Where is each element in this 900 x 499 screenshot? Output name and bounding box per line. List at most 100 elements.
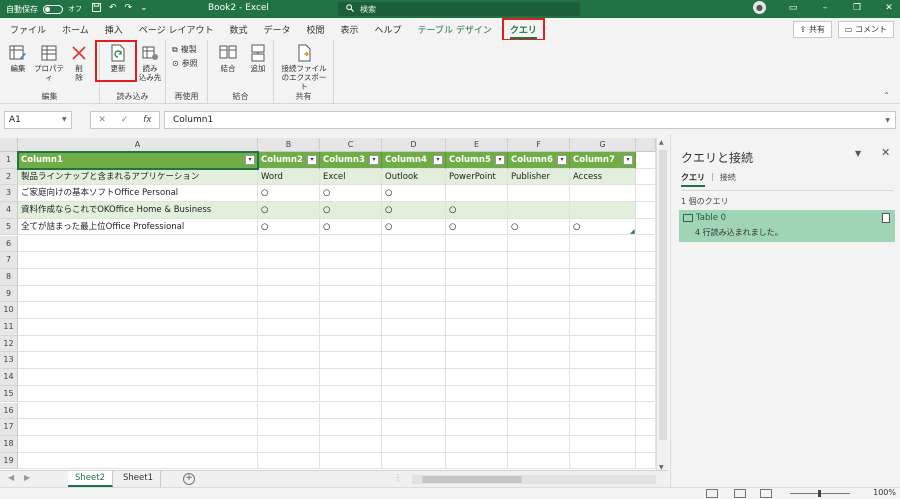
table-cell[interactable]: [570, 185, 636, 203]
tab-table-design[interactable]: テーブル デザイン: [418, 23, 492, 36]
normal-view-icon[interactable]: [706, 489, 718, 498]
grid-cell[interactable]: [446, 452, 508, 470]
grid-cell[interactable]: [382, 402, 446, 420]
tab-home[interactable]: ホーム: [62, 23, 89, 36]
table-cell[interactable]: ○: [446, 218, 508, 236]
table-cell[interactable]: 全てが詰まった最上位Office Professional: [18, 218, 258, 236]
table-cell[interactable]: ○: [320, 202, 382, 219]
grid-cell[interactable]: [382, 319, 446, 336]
grid-cell[interactable]: [18, 252, 258, 269]
table-cell[interactable]: [570, 202, 636, 219]
grid-cell[interactable]: [508, 452, 570, 470]
grid-cell[interactable]: [320, 235, 382, 253]
grid-cell[interactable]: [508, 252, 570, 269]
grid-cell[interactable]: [382, 419, 446, 436]
grid-cell[interactable]: [636, 319, 656, 336]
column-header-a[interactable]: A: [18, 138, 258, 152]
query-document-icon[interactable]: [882, 213, 890, 223]
minimize-icon[interactable]: –: [820, 3, 830, 13]
tab-view[interactable]: 表示: [341, 23, 359, 36]
append-button[interactable]: 追加: [244, 44, 272, 73]
grid-cell[interactable]: [508, 402, 570, 420]
close-window-icon[interactable]: ✕: [884, 3, 894, 13]
grid-cell[interactable]: [570, 235, 636, 253]
filter-dropdown-icon[interactable]: ▾: [369, 155, 379, 165]
grid-cell[interactable]: [258, 352, 320, 370]
grid-cell[interactable]: [258, 369, 320, 386]
filter-dropdown-icon[interactable]: ▾: [433, 155, 443, 165]
grid-cell[interactable]: [320, 402, 382, 420]
grid-cell[interactable]: [636, 252, 656, 269]
reference-button[interactable]: ⊙ 参照: [172, 58, 198, 69]
grid-cell[interactable]: [320, 319, 382, 336]
grid-cell[interactable]: [258, 402, 320, 420]
grid-cell[interactable]: [382, 235, 446, 253]
grid-cell[interactable]: [446, 268, 508, 286]
table-header-cell[interactable]: Column1 ▾: [18, 152, 258, 169]
filter-dropdown-icon[interactable]: ▾: [307, 155, 317, 165]
grid-cell[interactable]: [18, 352, 258, 370]
grid-cell[interactable]: [570, 402, 636, 420]
zoom-level[interactable]: 100%: [873, 488, 896, 497]
grid-cell[interactable]: [382, 252, 446, 269]
add-sheet-icon[interactable]: +: [183, 473, 195, 485]
grid-cell[interactable]: [18, 319, 258, 336]
grid-cell[interactable]: [18, 235, 258, 253]
grid-cell[interactable]: [258, 419, 320, 436]
sheet-tab-sheet2[interactable]: Sheet2: [68, 471, 113, 487]
horizontal-scroll-thumb[interactable]: [422, 476, 522, 483]
tab-formulas[interactable]: 数式: [229, 23, 247, 36]
row-header-9[interactable]: 9: [0, 285, 18, 303]
grid-cell[interactable]: [508, 369, 570, 386]
customize-qat-icon[interactable]: ⌄: [140, 3, 148, 15]
row-header-7[interactable]: 7: [0, 252, 18, 269]
grid-cell[interactable]: [258, 252, 320, 269]
filter-dropdown-icon[interactable]: ▾: [623, 155, 633, 165]
grid-cell[interactable]: [258, 452, 320, 470]
grid-cell[interactable]: [636, 369, 656, 386]
grid-cell[interactable]: [446, 435, 508, 453]
row-header-4[interactable]: 4: [0, 202, 18, 219]
table-cell[interactable]: ○: [508, 218, 570, 236]
grid-cell[interactable]: [508, 302, 570, 319]
grid-cell[interactable]: [570, 268, 636, 286]
insert-function-icon[interactable]: fx: [143, 115, 152, 125]
autosave-toggle[interactable]: [43, 4, 63, 14]
name-box-dropdown-icon[interactable]: ▼: [62, 116, 67, 123]
grid-cell[interactable]: [508, 435, 570, 453]
grid-cell[interactable]: [18, 268, 258, 286]
table-cell[interactable]: ○: [320, 218, 382, 236]
horizontal-scrollbar[interactable]: [412, 475, 656, 484]
export-connection-button[interactable]: 接続ファイル のエクスポート: [278, 44, 330, 91]
redo-icon[interactable]: ↷: [125, 3, 133, 15]
grid-cell[interactable]: [320, 435, 382, 453]
grid-cell[interactable]: [18, 402, 258, 420]
tab-help[interactable]: ヘルプ: [375, 23, 402, 36]
formula-input[interactable]: Column1: [164, 111, 896, 129]
zoom-slider-knob[interactable]: [818, 490, 821, 497]
grid-cell[interactable]: [18, 452, 258, 470]
grid-cell[interactable]: [320, 252, 382, 269]
expand-formula-icon[interactable]: ▼: [885, 117, 890, 124]
grid-cell[interactable]: [508, 285, 570, 303]
grid-cell[interactable]: [636, 285, 656, 303]
sheet-tab-sheet1[interactable]: Sheet1: [116, 471, 161, 487]
row-header-18[interactable]: 18: [0, 435, 18, 453]
table-cell[interactable]: [508, 185, 570, 203]
grid-cell[interactable]: [636, 352, 656, 370]
column-header-g[interactable]: G: [570, 138, 636, 152]
grid-cell[interactable]: [320, 369, 382, 386]
table-cell[interactable]: Outlook: [382, 168, 446, 186]
column-header-e[interactable]: E: [446, 138, 508, 152]
row-header-17[interactable]: 17: [0, 419, 18, 436]
row-header-5[interactable]: 5: [0, 218, 18, 236]
grid-cell[interactable]: [18, 302, 258, 319]
table-cell[interactable]: ○: [382, 202, 446, 219]
table-cell[interactable]: 資料作成ならこれでOKOffice Home & Business: [18, 202, 258, 219]
grid-cell[interactable]: [636, 385, 656, 403]
grid-cell[interactable]: [446, 419, 508, 436]
prev-sheet-icon[interactable]: ◀: [8, 473, 14, 482]
grid-cell[interactable]: [570, 319, 636, 336]
pane-menu-icon[interactable]: ▼: [855, 149, 861, 158]
grid-cell[interactable]: [508, 319, 570, 336]
